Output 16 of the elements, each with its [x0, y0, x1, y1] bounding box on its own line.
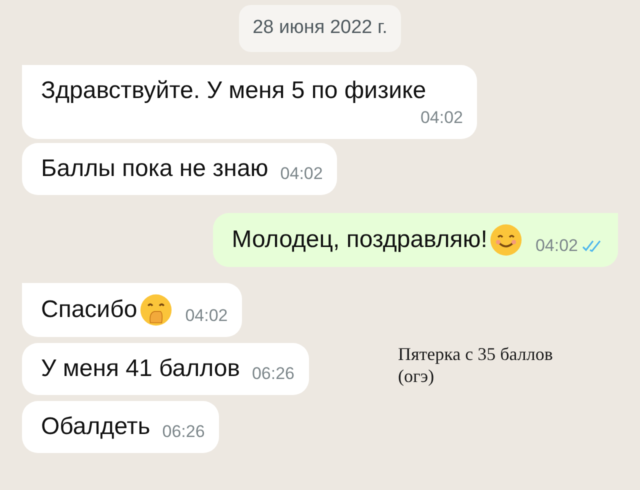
message-time: 04:02 [280, 162, 323, 184]
message-text: У меня 41 баллов [41, 354, 240, 384]
message-time: 04:02 [185, 304, 228, 326]
smiling-face-icon [489, 222, 524, 256]
message-text: Обалдеть [41, 412, 150, 442]
message-time: 06:26 [252, 362, 295, 384]
message-text: Молодец, поздравляю! [232, 224, 488, 254]
message-time: 04:02 [420, 106, 463, 128]
message-time: 04:02 [535, 234, 578, 256]
face-with-hand-icon [139, 292, 174, 326]
message-time: 06:26 [162, 420, 205, 442]
message-text: Баллы пока не знаю [41, 154, 268, 184]
message-text: Спасибо [41, 294, 138, 324]
message-text: Здравствуйте. У меня 5 по физике [41, 76, 426, 106]
date-divider: 28 июня 2022 г. [238, 5, 402, 52]
annotation-text: Пятерка с 35 баллов (огэ) [398, 343, 554, 387]
